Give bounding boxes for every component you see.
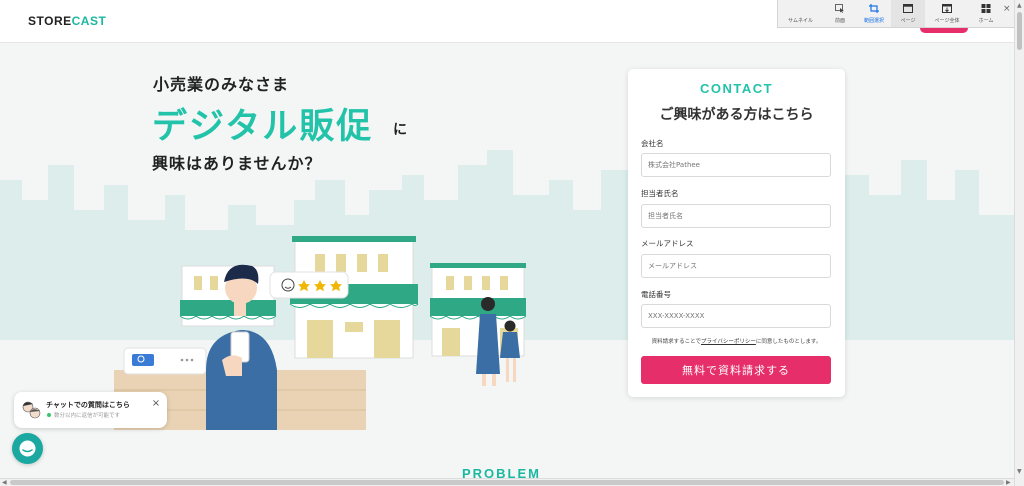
scroll-down-arrow-icon[interactable]: ▼ xyxy=(1017,468,1022,475)
toolbar-full-page-button[interactable]: ページ全体 xyxy=(925,0,969,27)
request-document-button[interactable]: 無料で資料請求する xyxy=(641,356,831,384)
email-label: メールアドレス xyxy=(641,239,694,248)
logo-text-cast: CAST xyxy=(71,14,107,28)
storecast-logo[interactable]: STORECAST xyxy=(28,14,106,28)
scroll-right-arrow-icon[interactable]: ▶ xyxy=(1006,479,1011,486)
chat-title: チャットでの質問はこちら xyxy=(46,401,130,409)
email-input[interactable] xyxy=(641,254,831,278)
toolbar-thumbnail-label: サムネイル xyxy=(788,18,813,24)
company-name-input[interactable] xyxy=(641,153,831,177)
toolbar-front-label: 前面 xyxy=(834,18,845,24)
page-icon xyxy=(903,4,913,13)
home-grid-icon xyxy=(981,4,991,13)
scroll-left-arrow-icon[interactable]: ◀ xyxy=(2,479,7,486)
cursor-icon xyxy=(835,4,844,13)
toolbar-home-label: ホーム xyxy=(978,18,994,24)
privacy-policy-link[interactable]: プライバシーポリシー xyxy=(701,339,756,345)
storefront-illustration xyxy=(114,236,527,430)
company-name-label: 会社名 xyxy=(641,139,664,148)
toolbar-range-select-button[interactable]: 範囲選択 xyxy=(857,0,891,27)
phone-label: 電話番号 xyxy=(641,290,671,299)
vertical-scrollbar[interactable]: ▲ ▼ xyxy=(1014,0,1024,486)
chat-status: 数分以内に返信が可能です xyxy=(54,413,121,419)
toolbar-home-button[interactable]: ホーム xyxy=(969,0,1003,27)
chat-popup[interactable]: チャットでの質問はこちら 数分以内に返信が可能です × xyxy=(14,392,167,428)
contact-title: ご興味がある方はこちら xyxy=(659,107,814,123)
phone-input[interactable] xyxy=(641,304,831,328)
contact-form-card: CONTACT ご興味がある方はこちら 会社名 担当者氏名 メールアドレス 電話… xyxy=(628,69,845,397)
contact-person-label: 担当者氏名 xyxy=(641,189,679,198)
toolbar-full-page-label: ページ全体 xyxy=(934,18,960,24)
hero-headline: デジタル販促 xyxy=(152,107,374,147)
toolbar-range-select-label: 範囲選択 xyxy=(863,18,884,24)
horizontal-scrollbar[interactable]: ◀ ▶ xyxy=(0,478,1014,486)
contact-person-input[interactable] xyxy=(641,204,831,228)
contact-eyebrow: CONTACT xyxy=(699,81,774,96)
chat-bubble-icon xyxy=(19,440,36,457)
support-avatar-icon xyxy=(22,401,41,419)
vertical-scroll-thumb[interactable] xyxy=(1017,12,1022,50)
toolbar-close-icon[interactable]: × xyxy=(1003,4,1011,14)
scroll-up-arrow-icon[interactable]: ▲ xyxy=(1017,2,1022,9)
viewer-toolbar: サムネイル 前面 範囲選択 ページ ページ全体 ホーム xyxy=(777,0,1014,28)
logo-text-store: STORE xyxy=(28,14,72,28)
toolbar-page-label: ページ xyxy=(900,18,916,24)
crop-icon xyxy=(869,4,879,13)
hero-particle: に xyxy=(393,122,407,138)
privacy-consent-text: 資料請求することでプライバシーポリシーに同意したものとします。 xyxy=(628,337,845,345)
toolbar-thumbnail-button[interactable]: サムネイル xyxy=(778,0,823,27)
toolbar-page-button[interactable]: ページ xyxy=(891,0,925,27)
hero-tagline: 興味はありませんか？ xyxy=(152,154,322,173)
chat-close-icon[interactable]: × xyxy=(149,397,163,411)
online-status-dot xyxy=(47,413,51,417)
horizontal-scroll-thumb[interactable] xyxy=(10,480,1004,485)
chat-launcher-button[interactable] xyxy=(12,433,43,464)
toolbar-front-button[interactable]: 前面 xyxy=(823,0,857,27)
consent-prefix: 資料請求することで xyxy=(651,339,701,345)
hero-subtitle: 小売業のみなさま xyxy=(153,75,290,94)
consent-suffix: に同意したものとします。 xyxy=(755,339,822,345)
full-page-icon xyxy=(942,4,952,13)
